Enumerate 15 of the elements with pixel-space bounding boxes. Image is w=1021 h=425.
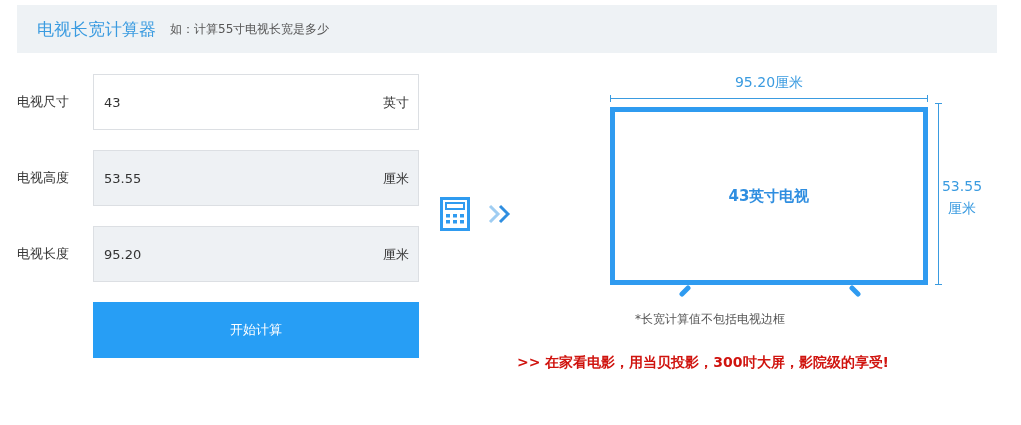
hint-text: 如：计算55寸电视长宽是多少 [170, 20, 330, 38]
promo-link[interactable]: >> 在家看电影，用当贝投影，300吋大屏，影院级的享受! [517, 354, 997, 372]
calculator-icon [440, 197, 470, 231]
screen-label: 43英寸电视 [728, 186, 810, 206]
double-chevron-icon [488, 204, 512, 224]
field-label: 电视尺寸 [17, 93, 70, 111]
field-label: 电视长度 [17, 245, 70, 263]
width-label: 95.20厘米 [733, 74, 805, 92]
unit-label: 厘米 [383, 246, 409, 264]
field-label: 电视高度 [17, 169, 70, 187]
height-label: 53.55 厘米 [940, 177, 984, 218]
unit-label: 英寸 [383, 94, 409, 112]
unit-label: 厘米 [383, 170, 409, 188]
page-title: 电视长宽计算器 [37, 17, 156, 41]
note-text: *长宽计算值不包括电视边框 [635, 311, 786, 328]
